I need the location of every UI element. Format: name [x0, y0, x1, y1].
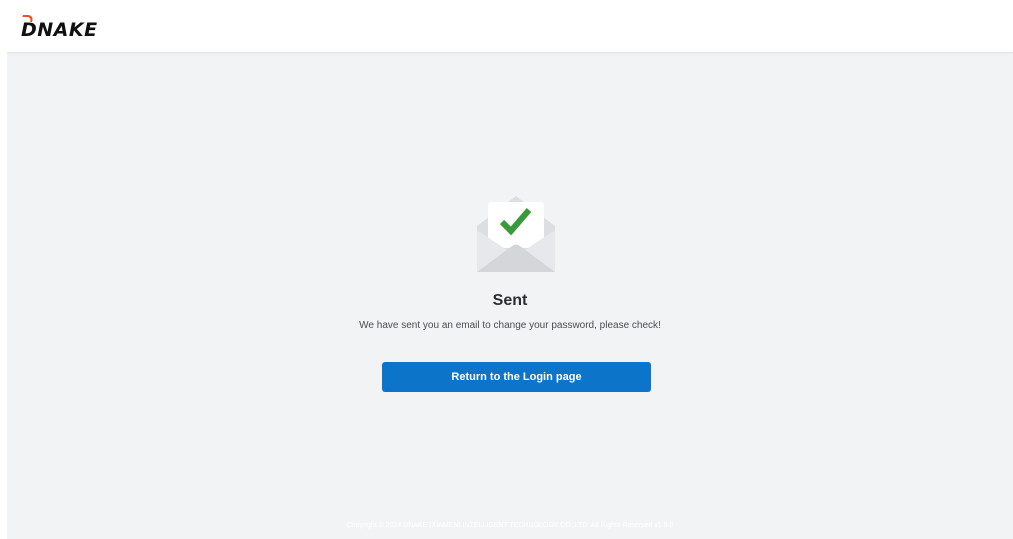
footer-copyright: Copyright © 2024 DNAKE (XIAMEN) INTELLIG… — [346, 522, 674, 529]
sent-message: We have sent you an email to change your… — [359, 320, 661, 331]
envelope-check-icon — [474, 190, 558, 274]
dnake-logo[interactable]: DNAKE — [21, 15, 97, 41]
page-container: DNAKE Sent We have sent you an email to … — [7, 5, 1013, 539]
sent-title: Sent — [492, 292, 528, 309]
logo-text: DNAKE — [21, 19, 98, 41]
top-header: DNAKE — [7, 5, 1013, 53]
return-to-login-button[interactable]: Return to the Login page — [382, 362, 651, 392]
